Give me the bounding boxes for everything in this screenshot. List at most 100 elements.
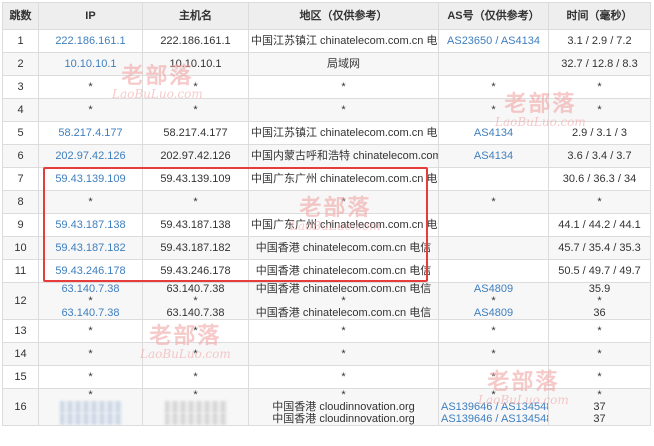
region-text: * <box>341 104 346 116</box>
time-text: * <box>597 389 602 402</box>
region-cell: 中国广东广州 chinatelecom.com.cn 电信 <box>248 167 439 191</box>
region-text: * <box>341 295 346 307</box>
ip-cell: * <box>38 98 143 122</box>
ip-text[interactable]: 222.186.161.1 <box>55 35 125 47</box>
time-cell: * <box>548 319 651 343</box>
as-text: * <box>491 371 496 383</box>
time-cell: * <box>548 190 651 214</box>
ip-text[interactable]: 59.43.139.109 <box>55 173 125 185</box>
hop-number: 1 <box>17 35 24 47</box>
hostname-cell: 222.186.161.1 <box>142 29 249 53</box>
hostname-cell: 59.43.139.109 <box>142 167 249 191</box>
hop-number: 3 <box>17 81 24 93</box>
table-row: 13 * * * * * <box>2 319 651 343</box>
hop-number: 12 <box>14 295 27 307</box>
hostname-text: * <box>193 81 198 93</box>
ip-text[interactable]: 59.43.246.178 <box>55 265 125 277</box>
table-row: 3 * * * * * <box>2 75 651 99</box>
as-text[interactable]: AS4134 <box>474 150 513 162</box>
hostname-text: * <box>193 295 198 307</box>
ip-text[interactable]: 63.140.7.38 <box>41 307 140 319</box>
as-text[interactable]: AS23650 / AS4134 <box>447 35 540 47</box>
hop-cell: 16 <box>2 387 39 427</box>
as-text: * <box>491 196 496 208</box>
time-text: 3.1 / 2.9 / 7.2 <box>567 35 632 47</box>
hop-cell: 13 <box>2 319 39 343</box>
ip-cell: * <box>38 365 143 389</box>
as-cell: AS23650 / AS4134 <box>438 29 549 53</box>
hop-cell: 10 <box>2 236 39 260</box>
as-text[interactable]: AS4809 <box>441 307 546 319</box>
region-text: * <box>341 389 346 402</box>
table-row: 15 * * * * * <box>2 365 651 389</box>
hostname-text: 63.140.7.38 <box>166 283 225 296</box>
hostname-text: 63.140.7.38 <box>166 307 225 319</box>
ip-text: * <box>88 295 93 307</box>
as-text: * <box>491 389 496 402</box>
hop-cell: 9 <box>2 213 39 237</box>
ip-text: * <box>88 389 93 401</box>
region-cell: * <box>248 342 439 366</box>
hop-number: 15 <box>14 371 27 383</box>
as-cell <box>438 167 549 191</box>
hostname-text: 59.43.187.138 <box>160 219 231 231</box>
time-text: 3.6 / 3.4 / 3.7 <box>567 150 632 162</box>
table-row: 9 59.43.187.138 59.43.187.138 中国广东广州 chinat… <box>2 213 651 237</box>
time-cell: * <box>548 342 651 366</box>
as-cell: * <box>438 319 549 343</box>
ip-text[interactable]: 63.140.7.38 <box>41 284 140 296</box>
region-text: 中国香港 chinatelecom.com.cn 电信 <box>255 307 432 319</box>
table-row: 1 222.186.161.1 222.186.161.1 中国江苏镇江 chinat… <box>2 29 651 53</box>
table-row: 14 * * * * * <box>2 342 651 366</box>
hostname-cell: * <box>142 190 249 214</box>
as-text[interactable]: AS139646 / AS134548 <box>441 401 548 413</box>
as-text[interactable]: AS139646 / AS134548 <box>441 413 548 425</box>
ip-text[interactable]: 59.43.187.138 <box>55 219 125 231</box>
hostname-text: * <box>193 104 198 116</box>
hostname-cell: * <box>142 319 249 343</box>
as-cell <box>438 213 549 237</box>
as-text: * <box>491 295 496 307</box>
region-text: 中国香港 chinatelecom.com.cn 电信 <box>255 265 432 277</box>
redacted-value <box>59 413 122 425</box>
ip-cell: 10.10.10.1 <box>38 52 143 76</box>
time-text: 45.7 / 35.4 / 35.3 <box>558 242 641 254</box>
hop-cell: 6 <box>2 144 39 168</box>
table-row: 12 63.140.7.38 * 63.140.7.38 63.140.7.38 * 63.… <box>2 282 651 320</box>
time-text: * <box>597 104 602 116</box>
time-cell: 30.6 / 36.3 / 34 <box>548 167 651 191</box>
ip-text[interactable]: 202.97.42.126 <box>55 150 125 162</box>
region-cell: 中国香港 chinatelecom.com.cn 电信 <box>248 259 439 283</box>
ip-cell: 222.186.161.1 <box>38 29 143 53</box>
ip-text[interactable]: 59.43.187.182 <box>55 242 125 254</box>
table-row: 10 59.43.187.182 59.43.187.182 中国香港 chinate… <box>2 236 651 260</box>
region-cell: * <box>248 190 439 214</box>
hop-cell: 1 <box>2 29 39 53</box>
as-text <box>492 219 495 231</box>
table-row: 7 59.43.139.109 59.43.139.109 中国广东广州 chinat… <box>2 167 651 191</box>
hop-cell: 11 <box>2 259 39 283</box>
region-cell: * <box>248 319 439 343</box>
as-cell: * <box>438 365 549 389</box>
as-text[interactable]: AS4809 <box>441 284 546 296</box>
as-cell: * <box>438 75 549 99</box>
region-cell: * <box>248 98 439 122</box>
hostname-text: * <box>193 325 198 337</box>
ip-text[interactable]: 58.217.4.177 <box>58 127 122 139</box>
region-cell: * <box>248 75 439 99</box>
time-text: * <box>597 348 602 360</box>
header-hop: 跳数 <box>2 2 39 30</box>
ip-cell: 58.217.4.177 <box>38 121 143 145</box>
ip-text[interactable]: 10.10.10.1 <box>65 58 117 70</box>
region-text: 中国香港 chinatelecom.com.cn 电信 <box>255 283 432 296</box>
time-text: 30.6 / 36.3 / 34 <box>562 173 637 185</box>
time-text: 32.7 / 12.8 / 8.3 <box>561 58 638 70</box>
hop-cell: 8 <box>2 190 39 214</box>
ip-cell: * <box>38 319 143 343</box>
time-text: 44.1 / 44.2 / 44.1 <box>558 219 641 231</box>
as-text[interactable]: AS4134 <box>474 127 513 139</box>
time-text: * <box>597 295 602 307</box>
table-row: 5 58.217.4.177 58.217.4.177 中国江苏镇江 chinatel… <box>2 121 651 145</box>
time-cell: 35.9 * 36 <box>548 282 651 320</box>
hostname-cell: * <box>142 75 249 99</box>
